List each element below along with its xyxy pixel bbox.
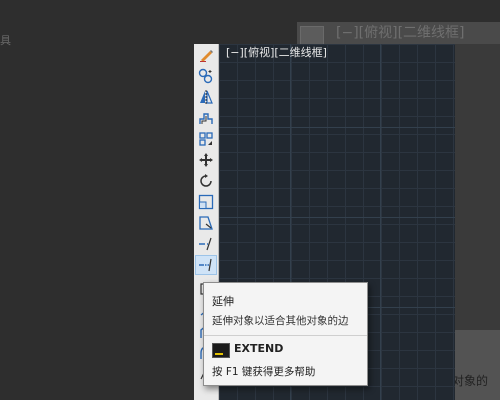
mirror-icon[interactable] xyxy=(196,88,216,106)
grid-major-line xyxy=(380,44,381,400)
tooltip-help: 按 F1 键获得更多帮助 xyxy=(212,366,316,378)
extend-icon[interactable] xyxy=(195,255,217,275)
grid-major-line xyxy=(219,217,455,218)
trim-icon[interactable] xyxy=(196,235,216,253)
offset-icon[interactable] xyxy=(196,109,216,127)
tooltip-title: 延伸 xyxy=(212,295,234,308)
background-text: 具 xyxy=(0,34,11,47)
scale-icon[interactable] xyxy=(196,193,216,211)
command-tooltip: 延伸 延伸对象以适合其他对象的边 EXTEND 按 F1 键获得更多帮助 xyxy=(203,282,368,386)
tooltip-description: 延伸对象以适合其他对象的边 xyxy=(212,315,349,327)
viewport-label[interactable]: [−][俯视][二维线框] xyxy=(226,44,327,60)
copy-icon[interactable] xyxy=(196,67,216,85)
command-line-icon xyxy=(212,343,230,358)
move-icon[interactable] xyxy=(196,151,216,169)
background-pencil-icon xyxy=(300,26,324,46)
array-icon[interactable] xyxy=(196,130,216,148)
erase-icon[interactable] xyxy=(196,46,216,64)
tooltip-command: EXTEND xyxy=(234,342,284,355)
background-view-label: [−][俯视][二维线框] xyxy=(336,25,465,41)
grid-major-line xyxy=(219,127,455,128)
stretch-icon[interactable] xyxy=(196,214,216,232)
rotate-icon[interactable] xyxy=(196,172,216,190)
background-bottom-text: 对象的 xyxy=(452,374,489,388)
tooltip-divider xyxy=(204,335,367,336)
